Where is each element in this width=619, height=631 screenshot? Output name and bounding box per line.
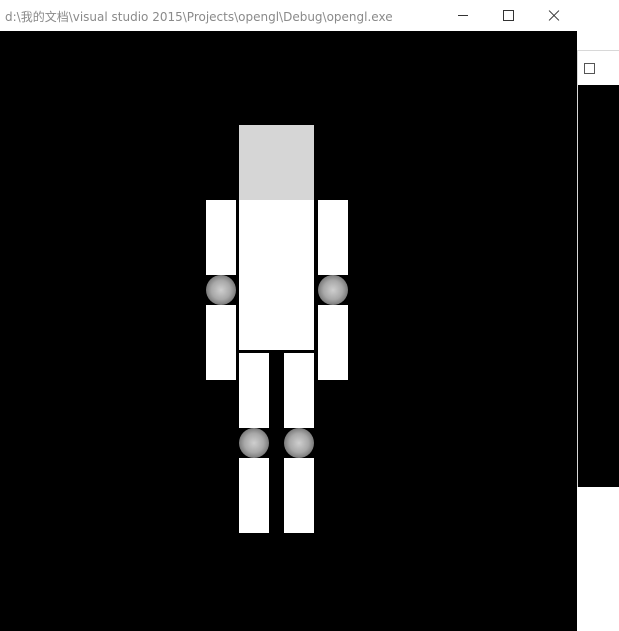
opengl-canvas[interactable] (0, 31, 577, 631)
robot-lower-arm-right (318, 305, 348, 380)
background-window-canvas (578, 85, 619, 487)
background-window-titlebar[interactable] (578, 51, 619, 85)
minimize-button[interactable] (440, 0, 486, 31)
close-button[interactable] (531, 0, 577, 31)
desktop-area (577, 487, 619, 631)
robot-upper-leg-left (239, 353, 269, 428)
robot-knee-left-joint (239, 428, 269, 458)
robot-knee-right-joint (284, 428, 314, 458)
opengl-window: d:\我的文档\visual studio 2015\Projects\open… (0, 0, 577, 631)
maximize-button[interactable] (485, 0, 531, 31)
maximize-icon[interactable] (584, 63, 595, 74)
minimize-icon (458, 15, 468, 16)
maximize-icon (502, 10, 514, 21)
robot-upper-arm-right (318, 200, 348, 275)
robot-torso (239, 200, 314, 350)
robot-head (239, 125, 314, 200)
close-icon (548, 10, 560, 22)
window-title: d:\我的文档\visual studio 2015\Projects\open… (5, 10, 393, 24)
robot-elbow-left-joint (206, 275, 236, 305)
robot-elbow-right-joint (318, 275, 348, 305)
robot-upper-leg-right (284, 353, 314, 428)
robot-lower-arm-left (206, 305, 236, 380)
robot-lower-leg-right (284, 458, 314, 533)
robot-lower-leg-left (239, 458, 269, 533)
background-window (577, 50, 619, 487)
robot-upper-arm-left (206, 200, 236, 275)
window-titlebar[interactable]: d:\我的文档\visual studio 2015\Projects\open… (0, 0, 577, 31)
